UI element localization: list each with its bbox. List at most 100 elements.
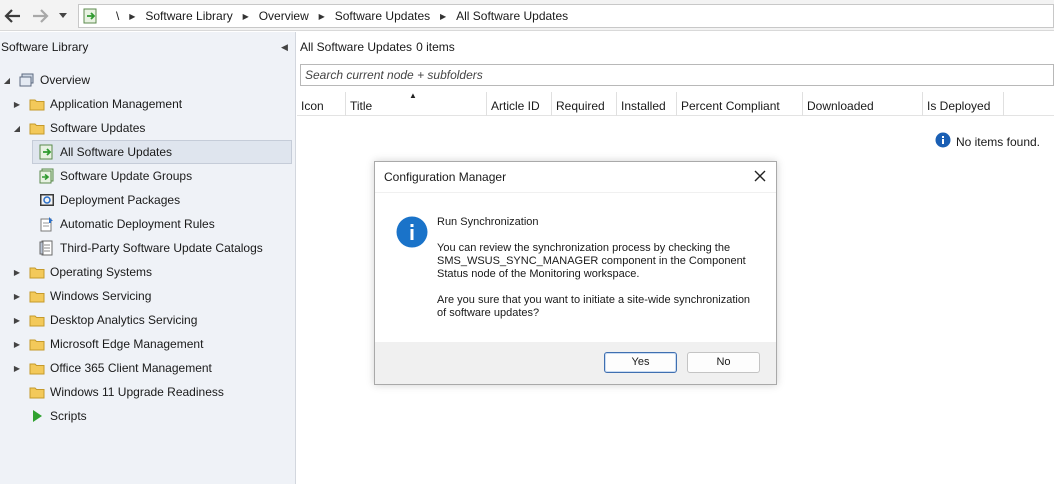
- tree-item-desktop-analytics-servicing[interactable]: ▶ Desktop Analytics Servicing: [0, 308, 296, 332]
- back-button[interactable]: [3, 6, 23, 26]
- breadcrumb-software-library[interactable]: Software Library: [145, 9, 232, 23]
- collapse-pane-icon[interactable]: ◀: [281, 42, 289, 52]
- tree-item-automatic-deployment-rules[interactable]: Automatic Deployment Rules: [0, 212, 296, 236]
- navigation-pane-title: Software Library: [1, 40, 89, 54]
- navigation-tree: ◢ Overview ▶ Application Management ◢ So…: [0, 68, 296, 428]
- tree-item-label: Deployment Packages: [60, 193, 181, 207]
- expand-triangle-icon[interactable]: ▶: [12, 340, 22, 349]
- collapse-triangle-icon[interactable]: ◢: [12, 124, 22, 133]
- results-count: 0 items: [416, 40, 455, 54]
- results-header: All Software Updates 0 items: [297, 32, 1054, 62]
- empty-results-text: No items found.: [955, 134, 1040, 149]
- tree-item-microsoft-edge-management[interactable]: ▶ Microsoft Edge Management: [0, 332, 296, 356]
- tree-item-operating-systems[interactable]: ▶ Operating Systems: [0, 260, 296, 284]
- column-header-installed[interactable]: Installed: [617, 92, 677, 116]
- collapse-triangle-icon[interactable]: ◢: [2, 76, 12, 85]
- back-arrow-icon: [4, 9, 20, 23]
- no-button[interactable]: No: [687, 352, 760, 373]
- tree-item-scripts[interactable]: Scripts: [0, 404, 296, 428]
- expand-triangle-icon[interactable]: ▶: [12, 268, 22, 277]
- tree-item-label: Scripts: [50, 409, 87, 423]
- tree-item-label: Office 365 Client Management: [50, 361, 212, 375]
- address-toolbar: \ ▶ Software Library ▶ Overview ▶ Softwa…: [0, 0, 1054, 31]
- folder-icon: [28, 96, 46, 112]
- tree-item-label: Windows Servicing: [50, 289, 152, 303]
- info-icon: [935, 132, 951, 151]
- folder-icon: [28, 360, 46, 376]
- expand-triangle-icon[interactable]: ▶: [12, 364, 22, 373]
- tree-item-label: Microsoft Edge Management: [50, 337, 204, 351]
- tree-item-label: Third-Party Software Update Catalogs: [60, 241, 263, 255]
- tree-item-third-party-catalogs[interactable]: Third-Party Software Update Catalogs: [0, 236, 296, 260]
- breadcrumb-overview[interactable]: Overview: [259, 9, 309, 23]
- package-icon: [38, 192, 56, 208]
- tree-item-software-update-groups[interactable]: Software Update Groups: [0, 164, 296, 188]
- navigation-pane: Software Library ◀ ◢ Overview ▶ Applicat…: [0, 32, 296, 484]
- info-icon: [396, 216, 428, 251]
- tree-item-label: Overview: [40, 73, 91, 87]
- tree-item-all-software-updates[interactable]: All Software Updates: [32, 140, 292, 164]
- breadcrumb-separator-icon[interactable]: ▶: [435, 12, 451, 21]
- dialog-heading: Run Synchronization: [437, 216, 539, 228]
- expand-triangle-icon[interactable]: ▶: [12, 316, 22, 325]
- expand-triangle-icon[interactable]: ▶: [12, 292, 22, 301]
- column-header-percent-compliant[interactable]: Percent Compliant: [677, 92, 803, 116]
- tree-item-office-365-client-management[interactable]: ▶ Office 365 Client Management: [0, 356, 296, 380]
- results-title: All Software Updates: [300, 40, 413, 54]
- update-group-icon: [38, 168, 56, 184]
- tree-item-label: All Software Updates: [60, 145, 173, 159]
- script-icon: [28, 408, 46, 424]
- folder-icon: [28, 384, 46, 400]
- column-header-downloaded[interactable]: Downloaded: [803, 92, 923, 116]
- dialog-message: Run Synchronization You can review the s…: [437, 216, 757, 333]
- folder-icon: [28, 336, 46, 352]
- software-library-node-icon: [82, 7, 100, 25]
- tree-item-windows-11-upgrade-readiness[interactable]: Windows 11 Upgrade Readiness: [0, 380, 296, 404]
- results-grid-header: ▲ Icon Title Article ID Required Install…: [297, 91, 1054, 116]
- chevron-down-icon: [59, 13, 67, 18]
- address-bar[interactable]: \ ▶ Software Library ▶ Overview ▶ Softwa…: [78, 4, 1054, 28]
- expand-triangle-icon[interactable]: ▶: [12, 100, 22, 109]
- navigation-pane-header: Software Library ◀: [0, 32, 295, 62]
- search-input[interactable]: Search current node + subfolders: [300, 64, 1054, 86]
- breadcrumb-software-updates[interactable]: Software Updates: [335, 9, 430, 23]
- folder-icon: [28, 312, 46, 328]
- tree-item-deployment-packages[interactable]: Deployment Packages: [0, 188, 296, 212]
- column-header-required[interactable]: Required: [552, 92, 617, 116]
- close-icon[interactable]: [753, 169, 767, 183]
- breadcrumb-separator-icon[interactable]: ▶: [314, 12, 330, 21]
- yes-button[interactable]: Yes: [604, 352, 677, 373]
- tree-item-overview[interactable]: ◢ Overview: [0, 68, 296, 92]
- history-dropdown-button[interactable]: [56, 6, 70, 26]
- column-header-article-id[interactable]: Article ID: [487, 92, 552, 116]
- tree-item-label: Application Management: [50, 97, 183, 111]
- tree-item-label: Automatic Deployment Rules: [60, 217, 215, 231]
- dialog-footer: Yes No: [375, 342, 776, 384]
- overview-icon: [18, 72, 36, 88]
- breadcrumb-separator-icon[interactable]: ▶: [124, 12, 140, 21]
- column-header-is-deployed[interactable]: Is Deployed: [923, 92, 1004, 116]
- forward-button[interactable]: [30, 6, 50, 26]
- tree-item-windows-servicing[interactable]: ▶ Windows Servicing: [0, 284, 296, 308]
- rule-icon: [38, 216, 56, 232]
- tree-item-application-management[interactable]: ▶ Application Management: [0, 92, 296, 116]
- tree-item-label: Software Updates: [50, 121, 146, 135]
- catalog-icon: [38, 240, 56, 256]
- breadcrumb-root[interactable]: \: [116, 9, 119, 23]
- empty-results-message: No items found.: [935, 132, 1040, 151]
- tree-item-software-updates[interactable]: ◢ Software Updates: [0, 116, 296, 140]
- column-header-title[interactable]: Title: [346, 92, 487, 116]
- dialog-body: Run Synchronization You can review the s…: [375, 192, 776, 342]
- folder-icon: [28, 288, 46, 304]
- tree-item-label: Windows 11 Upgrade Readiness: [50, 385, 224, 399]
- folder-icon: [28, 120, 46, 136]
- folder-icon: [28, 264, 46, 280]
- tree-item-label: Operating Systems: [50, 265, 153, 279]
- column-header-icon[interactable]: Icon: [297, 92, 346, 116]
- dialog-title: Configuration Manager: [384, 170, 507, 184]
- breadcrumb-separator-icon[interactable]: ▶: [238, 12, 254, 21]
- dialog-paragraph-info: You can review the synchronization proce…: [437, 242, 746, 280]
- breadcrumb-all-software-updates[interactable]: All Software Updates: [456, 9, 568, 23]
- dialog-paragraph-question: Are you sure that you want to initiate a…: [437, 294, 751, 319]
- software-update-icon: [38, 144, 56, 160]
